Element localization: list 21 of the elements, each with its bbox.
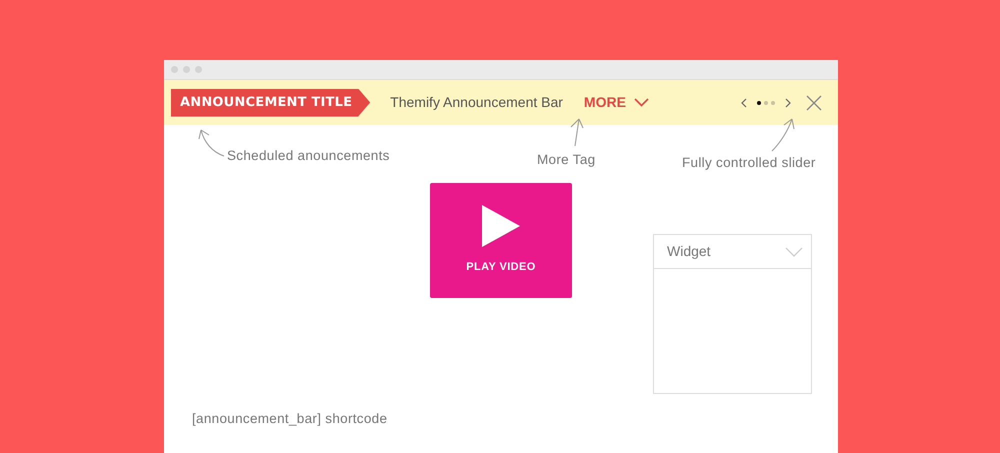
play-video-button[interactable]: PLAY VIDEO bbox=[430, 183, 572, 298]
announcement-text: Themify Announcement Bar bbox=[390, 93, 563, 112]
close-icon[interactable] bbox=[806, 94, 822, 110]
annotation-text: Scheduled anouncements bbox=[227, 147, 390, 165]
chevron-down-icon bbox=[785, 246, 803, 256]
annotation-arrow bbox=[568, 117, 584, 147]
play-icon bbox=[482, 205, 520, 248]
announcement-title: ANNOUNCEMENT TITLE bbox=[171, 88, 370, 116]
slider-dot[interactable] bbox=[771, 100, 775, 104]
annotation-arrow bbox=[770, 117, 796, 153]
shortcode-text: [announcement_bar] shortcode bbox=[192, 410, 388, 428]
annotation-text: Fully controlled slider bbox=[682, 154, 816, 172]
chevron-down-icon bbox=[634, 98, 649, 107]
slider-dot[interactable] bbox=[764, 100, 768, 104]
more-link[interactable]: MORE bbox=[584, 92, 649, 113]
slider-dot[interactable] bbox=[757, 100, 761, 104]
previous-icon[interactable] bbox=[741, 98, 747, 108]
annotation-arrow bbox=[198, 128, 226, 158]
next-icon[interactable] bbox=[785, 98, 791, 108]
annotation-text: More Tag bbox=[537, 151, 596, 169]
widget-header[interactable]: Widget bbox=[654, 235, 811, 269]
